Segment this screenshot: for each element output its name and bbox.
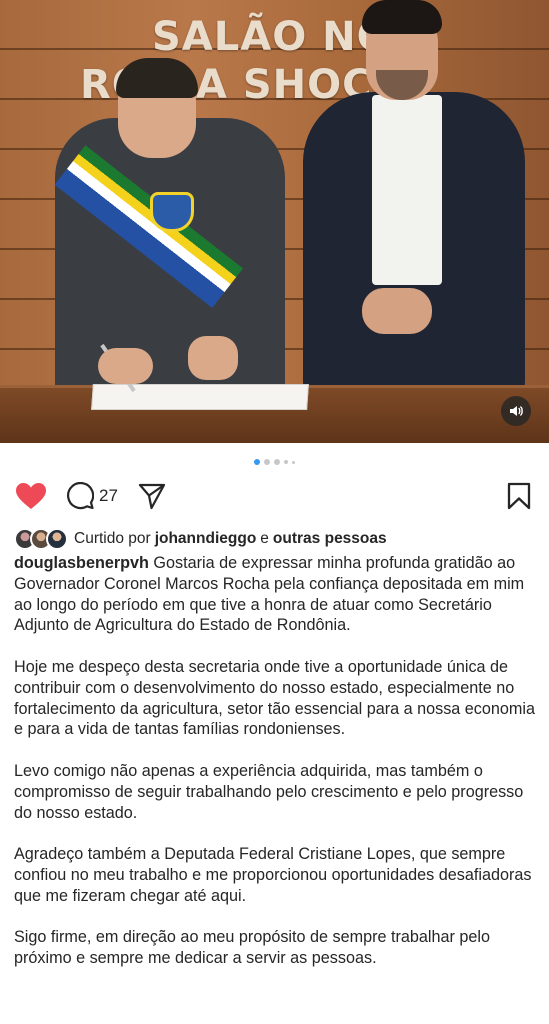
carousel-dot [274, 459, 280, 465]
avatar [46, 528, 68, 550]
bookmark-icon [507, 482, 531, 510]
comment-button[interactable]: 27 [66, 482, 118, 510]
liked-by-prefix: Curtido por [74, 530, 151, 547]
liked-by-others-link[interactable]: outras pessoas [273, 530, 387, 548]
liked-by-joiner: e [260, 530, 269, 547]
standing-man-hair [362, 0, 442, 34]
action-bar: 27 [0, 480, 549, 512]
liker-avatars [14, 528, 68, 550]
share-button[interactable] [138, 482, 166, 510]
caption-paragraph: douglasbenerpvh Gostaria de expressar mi… [14, 553, 536, 636]
caption-username-link[interactable]: douglasbenerpvh [14, 554, 149, 572]
like-button[interactable] [15, 482, 47, 510]
caption-paragraph: Agradeço também a Deputada Federal Crist… [14, 845, 532, 905]
comment-icon [67, 482, 94, 510]
save-button[interactable] [506, 482, 532, 510]
carousel-indicator [0, 457, 549, 467]
sash-emblem [150, 192, 194, 232]
heart-filled-icon [16, 483, 46, 509]
liked-by-row[interactable]: Curtido por johanndieggo e outras pessoa… [14, 526, 387, 552]
clasped-hands [362, 288, 432, 334]
speaker-icon [510, 406, 523, 416]
liked-by-user-link[interactable]: johanndieggo [155, 530, 257, 548]
white-shirt [372, 95, 442, 285]
caption-paragraph: Hoje me despeço desta secretaria onde ti… [14, 657, 535, 739]
carousel-dot [254, 459, 260, 465]
carousel-dot [284, 460, 288, 464]
send-icon [138, 483, 166, 510]
caption-paragraph: Levo comigo não apenas a experiência adq… [14, 761, 524, 822]
writing-hand [98, 348, 153, 384]
caption-paragraph: Sigo firme, em direção ao meu propósito … [14, 928, 490, 968]
carousel-dot [264, 459, 270, 465]
carousel-dot [292, 460, 295, 464]
comment-count: 27 [99, 486, 118, 505]
post-photo[interactable]: SALÃO NOB RO DA SHOC S [0, 0, 549, 443]
sound-toggle-button[interactable] [501, 396, 531, 426]
governor-hair [116, 58, 198, 98]
resting-hand [188, 336, 238, 380]
post-caption: douglasbenerpvh Gostaria de expressar mi… [14, 553, 536, 990]
document-paper [91, 384, 309, 410]
